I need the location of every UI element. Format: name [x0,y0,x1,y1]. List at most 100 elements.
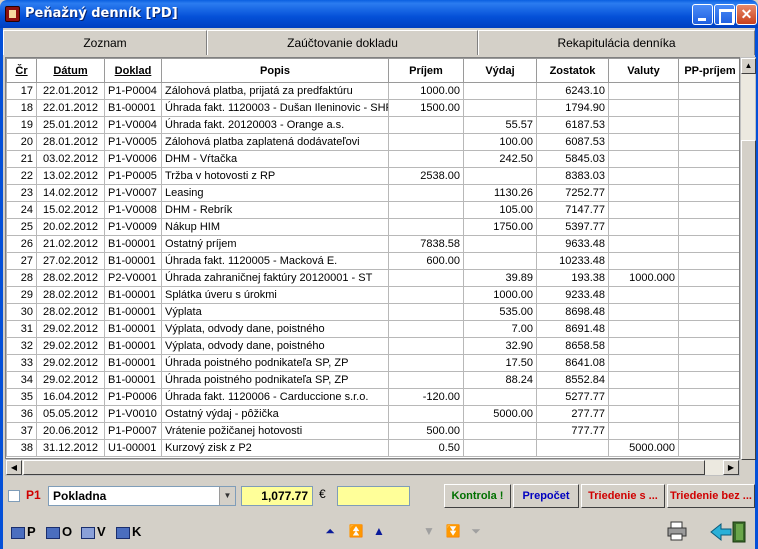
table-row[interactable]: 36 05.05.2012 P1-V0010 Ostatný výdaj - pôži… [6,405,739,423]
print-document-button[interactable]: K [116,520,141,544]
column-header[interactable]: Doklad [104,58,162,83]
table-row[interactable]: 30 28.02.2012 B1-00001 Výplata 535.00 8698.48 [6,303,739,321]
table-cell [388,286,464,304]
p1-checkbox[interactable] [8,490,20,502]
table-cell: Nákup HIM [161,218,389,236]
prepocet-button[interactable]: Prepočet [513,484,579,508]
column-header[interactable]: Výdaj [463,58,537,83]
table-cell [463,99,537,117]
table-row[interactable]: 35 16.04.2012 P1-P0006 Úhrada fakt. 1120006… [6,388,739,406]
printer-icon[interactable] [666,521,688,541]
table-cell: Úhrada fakt. 1120006 - Carduccione s.r.o… [161,388,389,406]
table-cell: 24 [6,201,37,219]
table-cell: 13.02.2012 [36,167,105,185]
table-cell: 5000.000 [608,439,679,457]
table-cell: B1-00001 [104,303,162,321]
table-row[interactable]: 24 15.02.2012 P1-V0008 DHM - Rebrík 105.00 71… [6,201,739,219]
table-cell [608,99,679,117]
prev-page-button[interactable]: ⏫ [346,522,366,542]
horizontal-scroll-thumb[interactable] [23,460,705,475]
minimize-icon [693,5,712,24]
column-header[interactable]: Popis [161,58,389,83]
prev-record-button[interactable]: ▲ [369,522,389,542]
column-header[interactable]: Valuty [608,58,679,83]
table-cell [608,405,679,423]
last-record-button[interactable]: ⏷ [466,522,486,542]
column-header[interactable]: Čr [6,58,37,83]
scroll-up-button[interactable]: ▲ [741,58,756,74]
next-page-button[interactable]: ⏬ [443,522,463,542]
view-document-button[interactable]: O [46,520,72,544]
table-cell: P1-V0010 [104,405,162,423]
table-row[interactable]: 31 29.02.2012 B1-00001 Výplata, odvody dane… [6,320,739,338]
table-row[interactable]: 23 14.02.2012 P1-V0007 Leasing 1130.26 7252.7… [6,184,739,202]
table-cell: 37 [6,422,37,440]
table-cell: Leasing [161,184,389,202]
table-cell [678,184,739,202]
column-header[interactable]: Príjem [388,58,464,83]
chevron-down-icon[interactable]: ▼ [219,487,235,505]
maximize-button[interactable] [714,4,735,25]
table-row[interactable]: 27 27.02.2012 B1-00001 Úhrada fakt. 1120005… [6,252,739,270]
cash-register-value: Pokladna [53,489,107,503]
delete-document-button[interactable]: V [81,520,106,544]
table-header-row: Čr Dátum Doklad Popis Príjem Výdaj Zostatok Val… [6,58,739,83]
next-record-button[interactable]: ▼ [419,522,439,542]
scroll-left-button[interactable]: ◀ [6,460,22,475]
close-icon: ✕ [740,6,753,22]
table-cell: 36 [6,405,37,423]
scroll-right-button[interactable]: ▶ [723,460,739,475]
vertical-scroll-thumb[interactable] [741,140,756,460]
table-row[interactable]: 20 28.01.2012 P1-V0005 Zálohová platba zapl… [6,133,739,151]
table-cell [678,286,739,304]
table-cell [388,133,464,151]
table-cell: Výplata [161,303,389,321]
table-row[interactable]: 29 28.02.2012 B1-00001 Splátka úveru s úrok… [6,286,739,304]
table-cell: 8383.03 [536,167,609,185]
tab-zauctovanie-dokladu[interactable]: Zaúčtovanie dokladu [207,30,478,55]
table-row[interactable]: 28 28.02.2012 P2-V0001 Úhrada zahraničnej f… [6,269,739,287]
table-cell: P1-P0006 [104,388,162,406]
minimize-button[interactable] [692,4,713,25]
tab-zoznam[interactable]: Zoznam [3,30,207,55]
table-row[interactable]: 33 29.02.2012 B1-00001 Úhrada poistného pod… [6,354,739,372]
table-cell [388,371,464,389]
table-cell [678,405,739,423]
table-cell: 9633.48 [536,235,609,253]
table-row[interactable]: 34 29.02.2012 B1-00001 Úhrada poistného pod… [6,371,739,389]
table-cell: -120.00 [388,388,464,406]
table-row[interactable]: 18 22.01.2012 B1-00001 Úhrada fakt. 1120003… [6,99,739,117]
kontrola-button[interactable]: Kontrola ! [444,484,511,508]
column-header[interactable]: Zostatok [536,58,609,83]
amount-input[interactable] [337,486,410,506]
table-cell [608,337,679,355]
column-header[interactable]: Dátum [36,58,105,83]
close-button[interactable]: ✕ [736,4,757,25]
journal-grid[interactable]: Čr Dátum Doklad Popis Príjem Výdaj Zostatok Val… [5,57,740,459]
cash-register-select[interactable]: Pokladna ▼ [48,486,236,506]
table-cell: 1750.00 [463,218,537,236]
table-row[interactable]: 21 03.02.2012 P1-V0006 DHM - Vŕtačka 242.50 5… [6,150,739,168]
table-row[interactable]: 17 22.01.2012 P1-P0004 Zálohová platba, pri… [6,82,739,100]
table-row[interactable]: 37 20.06.2012 P1-P0007 Vrátenie požičanej h… [6,422,739,440]
horizontal-scrollbar[interactable]: ◀ ▶ [5,459,740,476]
table-row[interactable]: 32 29.02.2012 B1-00001 Výplata, odvody dane… [6,337,739,355]
add-payment-button[interactable]: P [11,520,36,544]
table-row[interactable]: 22 13.02.2012 P1-P0005 Tržba v hotovosti z … [6,167,739,185]
table-cell [388,405,464,423]
table-row[interactable]: 26 21.02.2012 B1-00001 Ostatný príjem 7838.5… [6,235,739,253]
first-record-button[interactable]: ⏶ [320,522,340,542]
column-header[interactable]: PP-príjem [678,58,739,83]
tab-rekapitulacia-dennika[interactable]: Rekapitulácia denníka [478,30,755,55]
table-row[interactable]: 38 31.12.2012 U1-00001 Kurzový zisk z P2 0.5… [6,439,739,457]
exit-icon[interactable] [709,521,749,543]
table-cell [678,422,739,440]
table-cell: 7252.77 [536,184,609,202]
vertical-scrollbar[interactable]: ▲ [740,57,756,460]
table-cell: 105.00 [463,201,537,219]
triedenie-s-button[interactable]: Triedenie s ... [581,484,665,508]
table-row[interactable]: 25 20.02.2012 P1-V0009 Nákup HIM 1750.00 5397… [6,218,739,236]
triedenie-bez-button[interactable]: Triedenie bez ... [667,484,755,508]
table-row[interactable]: 19 25.01.2012 P1-V0004 Úhrada fakt. 2012000… [6,116,739,134]
table-cell [388,354,464,372]
